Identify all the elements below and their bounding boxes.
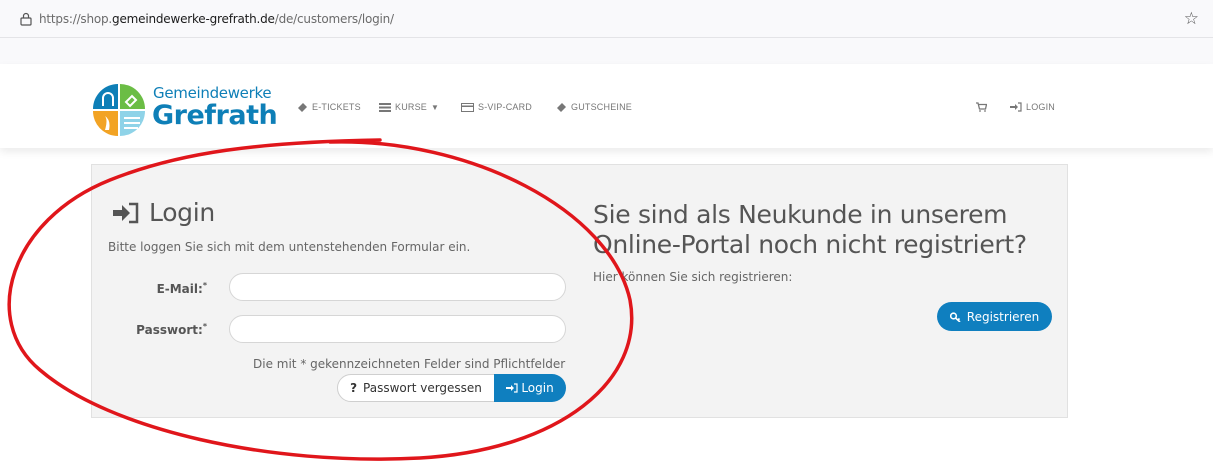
required-marker: * <box>202 281 207 290</box>
nav-item-etickets[interactable]: E-TICKETS <box>297 102 361 112</box>
login-button-label: Login <box>521 381 554 395</box>
card-icon <box>461 102 474 112</box>
logo-mark-icon <box>93 84 145 136</box>
url-domain: gemeindewerke-grefrath.de <box>112 12 275 26</box>
nav-item-gutscheine[interactable]: GUTSCHEINE <box>556 102 632 112</box>
bookmark-star-icon[interactable]: ☆ <box>1184 9 1199 29</box>
sign-in-icon <box>506 383 518 393</box>
nav-login-label: LOGIN <box>1026 102 1056 112</box>
lock-icon <box>20 12 32 26</box>
site-header: Gemeindewerke Grefrath E-TICKETS KURSE ▼… <box>0 64 1213 148</box>
logo-word-grefrath: Grefrath <box>152 100 278 131</box>
password-label-text: Passwort: <box>136 323 203 337</box>
voucher-icon <box>557 103 566 112</box>
register-button-label: Registrieren <box>966 309 1040 324</box>
password-label: Passwort:* <box>97 322 207 337</box>
password-field[interactable] <box>229 315 566 343</box>
register-subtitle: Hier können Sie sich registrieren: <box>593 270 793 284</box>
chevron-down-icon: ▼ <box>431 102 440 112</box>
forgot-password-button[interactable]: ? Passwort vergessen <box>337 374 495 402</box>
nav-item-login[interactable]: LOGIN <box>1010 102 1055 112</box>
cart-icon <box>976 102 987 112</box>
register-heading: Sie sind als Neukunde in unserem Online-… <box>593 200 1027 259</box>
email-label-text: E-Mail: <box>156 282 203 296</box>
nav-item-kurse[interactable]: KURSE ▼ <box>379 102 439 112</box>
nav-gutscheine-label: GUTSCHEINE <box>571 102 633 112</box>
ticket-icon <box>298 103 307 112</box>
required-marker: * <box>202 322 207 331</box>
login-subtitle: Bitte loggen Sie sich mit dem untenstehe… <box>108 240 471 254</box>
login-button[interactable]: Login <box>494 374 566 402</box>
email-label: E-Mail:* <box>97 281 207 296</box>
register-button[interactable]: Registrieren <box>937 302 1052 331</box>
browser-address-bar[interactable]: https://shop.gemeindewerke-grefrath.de/d… <box>0 0 1213 38</box>
login-title-text: Login <box>149 198 215 227</box>
nav-kurse-label: KURSE <box>395 102 428 112</box>
list-icon <box>379 102 391 112</box>
sign-in-icon <box>113 202 139 223</box>
email-field[interactable] <box>229 273 566 301</box>
forgot-password-label: Passwort vergessen <box>363 381 482 395</box>
sign-in-icon <box>1010 102 1022 112</box>
key-icon <box>949 311 961 322</box>
nav-etickets-label: E-TICKETS <box>312 102 361 112</box>
nav-item-svip[interactable]: S-VIP-CARD <box>461 102 532 112</box>
cart-button[interactable] <box>976 102 987 112</box>
site-logo[interactable]: Gemeindewerke Grefrath <box>91 82 291 136</box>
required-fields-note: Die mit * gekennzeichneten Felder sind P… <box>253 357 566 371</box>
url-prefix: https://shop. <box>39 12 113 26</box>
login-heading: Login <box>113 198 215 227</box>
url-text[interactable]: https://shop.gemeindewerke-grefrath.de/d… <box>39 12 394 26</box>
browser-spacer <box>0 38 1213 64</box>
nav-svip-label: S-VIP-CARD <box>478 102 533 112</box>
url-path: /de/customers/login/ <box>274 12 394 26</box>
question-icon: ? <box>350 381 358 395</box>
